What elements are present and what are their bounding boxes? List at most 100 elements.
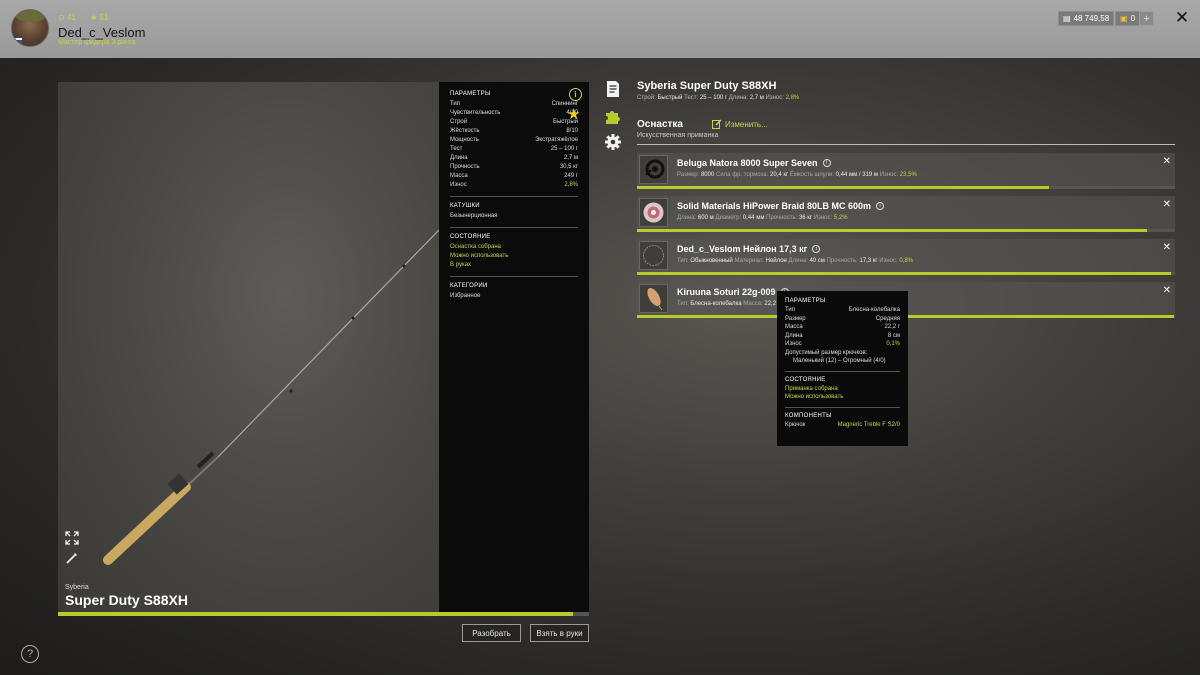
favorite-star-icon[interactable]: ★ xyxy=(567,107,580,122)
detail-value: 0,8% xyxy=(899,258,914,264)
param-label: Длина xyxy=(785,332,803,339)
braid-spool-icon xyxy=(643,202,664,223)
detail-value: Нейлон xyxy=(765,258,787,264)
detail-value: 0,44 мм / 319 м xyxy=(835,172,879,178)
gold-coin-icon: ▣ xyxy=(1120,14,1128,23)
tooltip-param-row: Длина 8 см xyxy=(785,332,900,341)
detail-value: 5,2% xyxy=(833,215,848,221)
gear-icon[interactable] xyxy=(604,133,622,151)
divider xyxy=(450,196,578,197)
param-value: 8/10 xyxy=(566,128,578,134)
category-value: Избранное xyxy=(450,293,481,299)
spoon-lure-icon xyxy=(647,287,663,311)
param-value: 25 – 100 г xyxy=(550,146,578,152)
leader-thumbnail xyxy=(639,241,668,270)
tooltip-params-list: Тип Блесна-колебалка Размер Средняя Масса 22,… xyxy=(785,306,900,349)
divider xyxy=(450,276,578,277)
detail-value: 600 м xyxy=(697,215,714,221)
line-wear-fill xyxy=(637,229,1148,232)
param-value: 2,8% xyxy=(564,182,578,188)
lure-details: Тип: Блесна-колебалка Масса: 22,2 xyxy=(677,301,776,307)
silver-coin-icon: ▤ xyxy=(1063,14,1071,23)
line-name: Solid Materials HiPower Braid 80LB MC 60… xyxy=(677,201,885,211)
detail-value: 36 кг xyxy=(798,215,813,221)
param-label: Тест xyxy=(450,146,463,152)
hook-size-value: Маленький (12) – Огромный (4/0) xyxy=(793,358,886,364)
gold-balance[interactable]: ▣ 0 xyxy=(1115,11,1141,26)
paint-wand-icon[interactable] xyxy=(65,551,79,565)
country-flag-icon xyxy=(13,37,23,45)
info-icon[interactable]: i xyxy=(876,202,885,210)
params-list: Тип Спиннинг Чувствительность 4/10 Строй Быст… xyxy=(450,100,578,190)
detail-label: Износ: xyxy=(879,172,899,178)
state-line: Оснастка собрана xyxy=(450,244,501,250)
remove-icon[interactable]: ✕ xyxy=(1163,242,1171,253)
detail-label: Тест: xyxy=(684,95,699,101)
detail-label: Масса: xyxy=(743,301,763,307)
tooltip-param-row: Тип Блесна-колебалка xyxy=(785,306,900,315)
remove-icon[interactable]: ✕ xyxy=(1163,156,1171,167)
param-label: Прочность xyxy=(450,164,480,170)
state-line: В руках xyxy=(450,262,472,268)
puzzle-icon[interactable] xyxy=(604,107,622,125)
line-details: Длина: 600 м Диаметр: 0,44 мм Прочность:… xyxy=(677,215,848,221)
expand-icon[interactable] xyxy=(65,531,79,545)
detail-label: Длина: xyxy=(728,95,749,101)
detail-label: Строй: xyxy=(637,95,656,101)
param-label: Жёсткость xyxy=(450,128,480,134)
info-icon[interactable]: i xyxy=(822,159,831,167)
tooltip-param-row: Масса 22,2 г xyxy=(785,323,900,332)
rod-durability-fill xyxy=(58,612,574,616)
close-icon[interactable]: ✕ xyxy=(1174,9,1190,26)
top-bar: ⊙ 41 ★ 51 Ded_c_Veslom Мастер фидера 3 р… xyxy=(0,0,1200,58)
detail-label: Диаметр: xyxy=(715,215,742,221)
disassemble-button[interactable]: Разобрать xyxy=(462,624,521,642)
detail-value: 20,4 кг xyxy=(769,172,789,178)
param-row: Жёсткость 8/10 xyxy=(450,127,578,136)
player-avatar[interactable] xyxy=(11,9,49,47)
avatar-hat xyxy=(14,10,48,22)
silver-balance[interactable]: ▤ 48 749,58 xyxy=(1058,11,1115,26)
info-icon[interactable]: i xyxy=(812,245,821,253)
detail-value: 2,7 м xyxy=(749,95,764,101)
detail-label: Тип: xyxy=(677,301,689,307)
remove-icon[interactable]: ✕ xyxy=(1163,199,1171,210)
remove-icon[interactable]: ✕ xyxy=(1163,285,1171,296)
leader-slot[interactable]: Ded_c_Veslom Нейлон 17,3 кг i Тип: Обыкно… xyxy=(637,239,1175,272)
param-label: Мощность xyxy=(450,137,479,143)
player-username: Ded_c_Veslom xyxy=(58,25,146,40)
take-in-hands-button[interactable]: Взять в руки xyxy=(530,624,589,642)
reel-slot[interactable]: Beluga Natora 8000 Super Seven i Размер: … xyxy=(637,153,1175,186)
reel-icon xyxy=(645,159,665,179)
state-line: Приманка собрана xyxy=(785,385,838,392)
rod-params-panel: ПАРАМЕТРЫ Тип Спиннинг Чувствительность 4/1… xyxy=(439,82,589,612)
reel-wear-fill xyxy=(637,186,1049,189)
tooltip-state-title: СОСТОЯНИЕ xyxy=(785,376,826,383)
info-icon[interactable]: i xyxy=(569,88,582,101)
param-label: Тип xyxy=(785,307,796,313)
add-gold-button[interactable]: + xyxy=(1139,11,1154,26)
rod-preview[interactable]: Syberia Super Duty S88XH xyxy=(58,82,439,612)
param-value: Средняя xyxy=(875,315,900,322)
detail-label: Размер: xyxy=(677,172,700,178)
param-row: Прочность 30,5 кг xyxy=(450,163,578,172)
detail-label: Длина: xyxy=(677,215,697,221)
tooltip-components-title: КОМПОНЕНТЫ xyxy=(785,412,832,419)
reel-thumbnail xyxy=(639,155,668,184)
leader-name: Ded_c_Veslom Нейлон 17,3 кг i xyxy=(677,244,821,254)
document-icon[interactable] xyxy=(604,80,622,98)
detail-value: 23,5% xyxy=(899,172,917,178)
param-row: Тест 25 – 100 г xyxy=(450,145,578,154)
params-title: ПАРАМЕТРЫ xyxy=(450,91,491,97)
detail-value: Обыкновенный xyxy=(690,258,733,264)
param-label: Чувствительность xyxy=(450,110,501,116)
param-label: Тип xyxy=(450,101,461,107)
detail-label: Сила фр. тормоза: xyxy=(716,172,769,178)
help-icon[interactable]: ? xyxy=(21,645,39,663)
param-value: 30,5 кг xyxy=(559,164,578,170)
edit-tackle-link[interactable]: Изменить... xyxy=(712,119,768,129)
leader-wear-bar xyxy=(637,272,1175,275)
level-stat: ⊙ 41 xyxy=(58,13,76,22)
param-row: Износ 2,8% xyxy=(450,181,578,190)
line-slot[interactable]: Solid Materials HiPower Braid 80LB MC 60… xyxy=(637,196,1175,229)
